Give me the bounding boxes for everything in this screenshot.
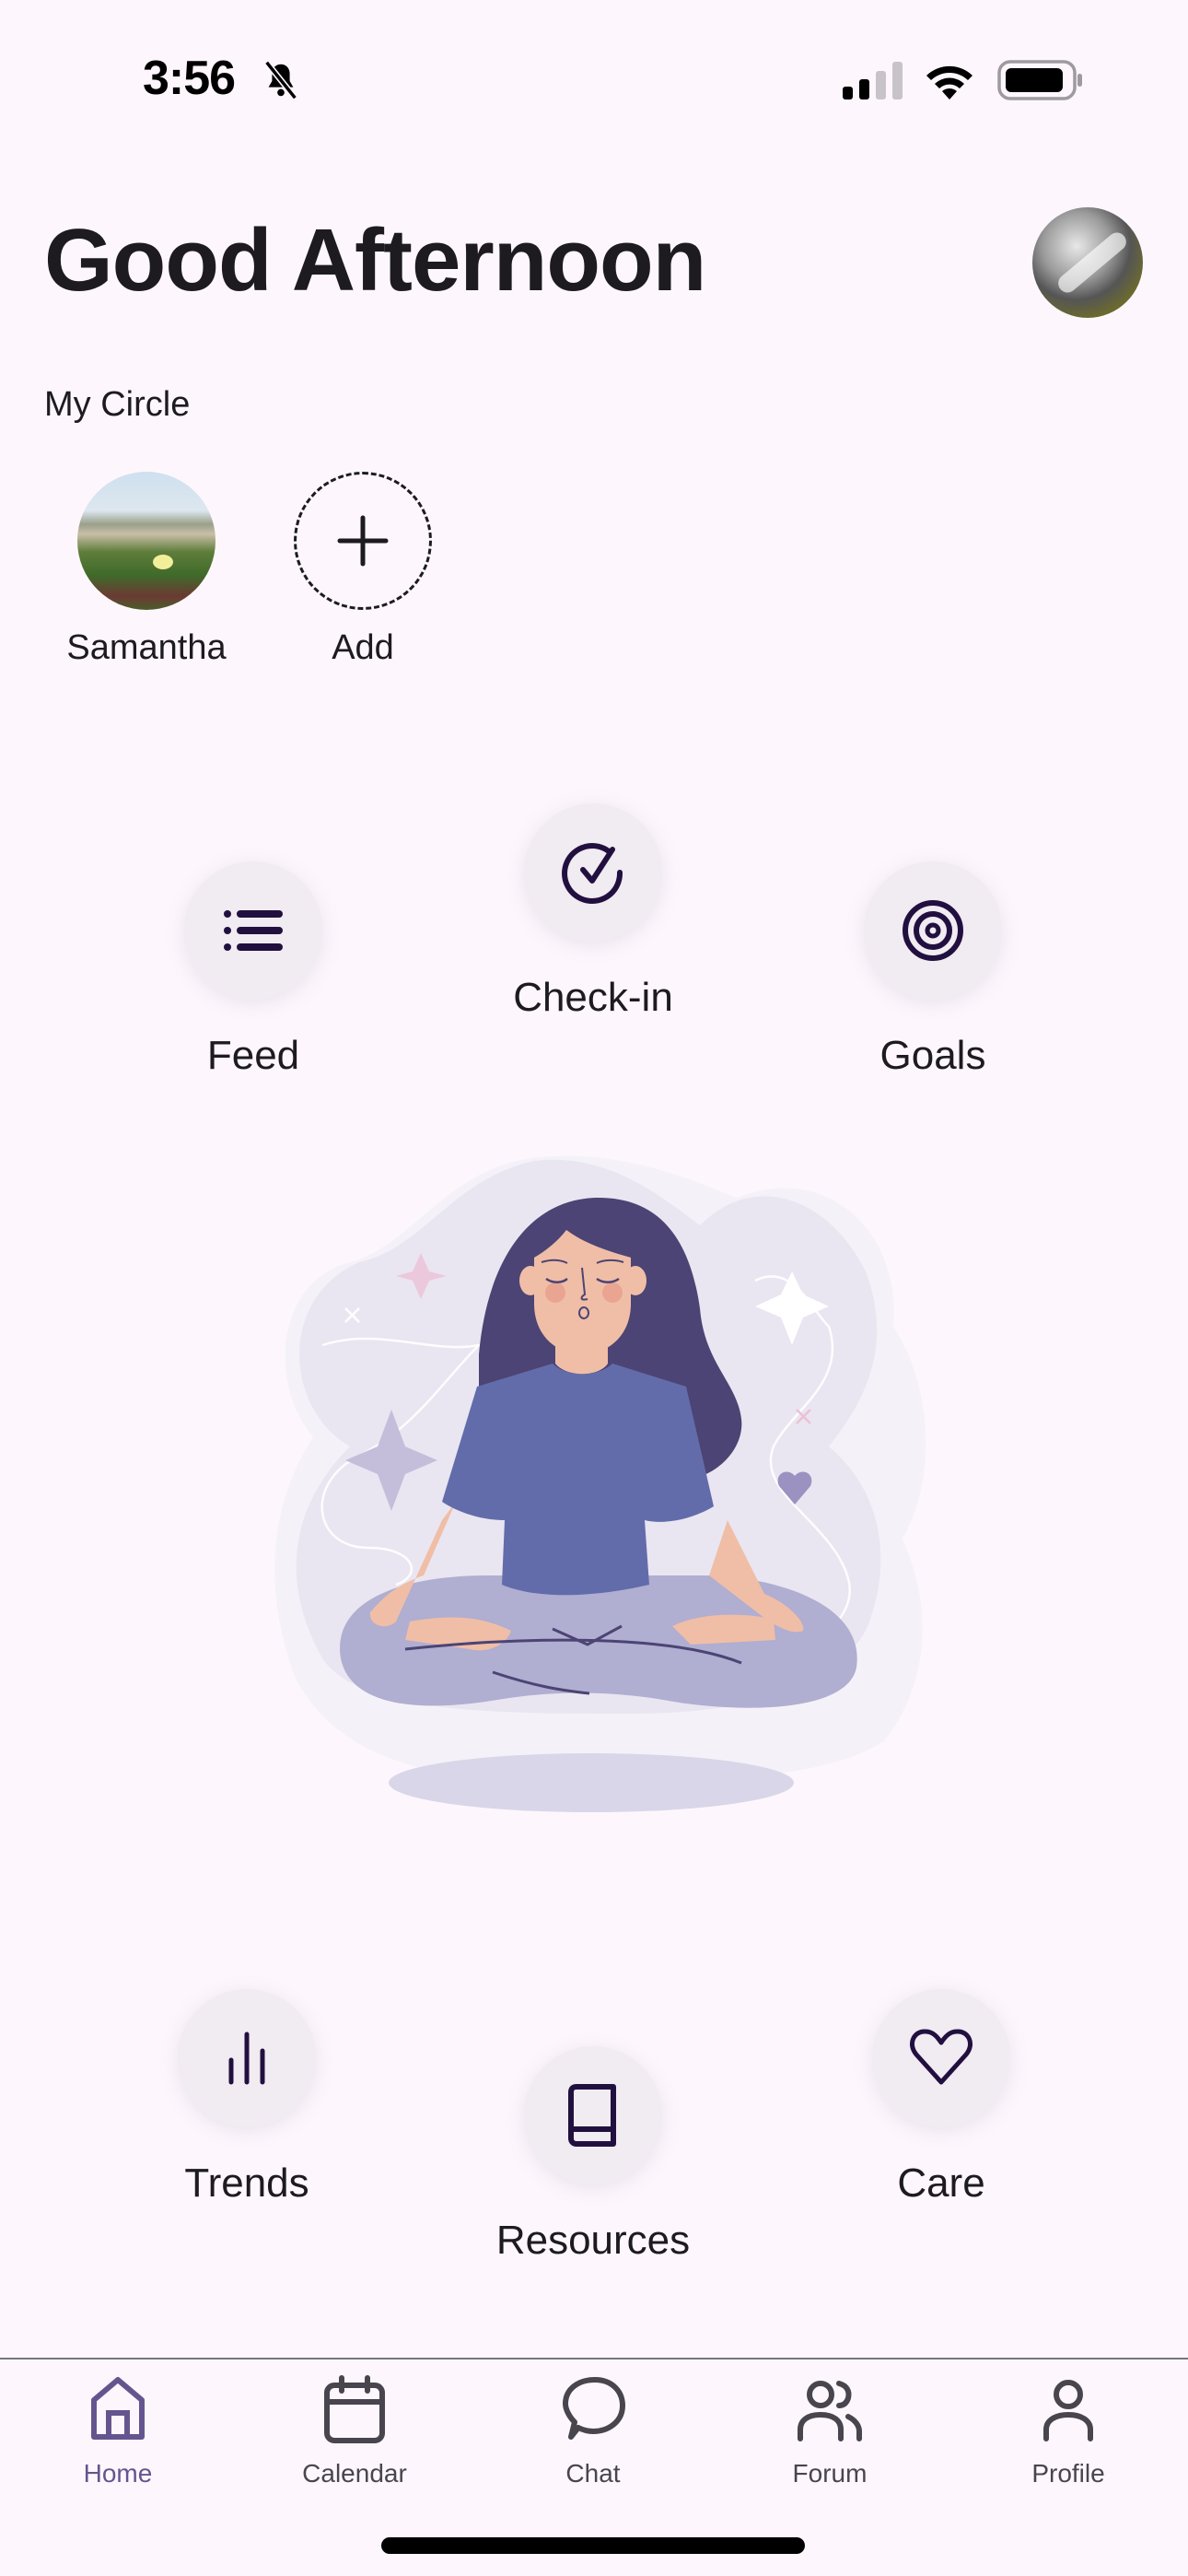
care-button-circle bbox=[872, 1989, 1010, 2127]
book-icon bbox=[568, 2084, 616, 2147]
nav-forum-label: Forum bbox=[792, 2459, 868, 2488]
check-in-button[interactable]: Check-in bbox=[473, 803, 713, 1021]
nav-chat[interactable]: Chat bbox=[501, 2372, 685, 2488]
nav-home-label: Home bbox=[83, 2459, 153, 2488]
trends-button[interactable]: Trends bbox=[127, 1989, 367, 2207]
nav-home[interactable]: Home bbox=[26, 2372, 210, 2488]
check-in-label: Check-in bbox=[513, 975, 673, 1020]
person-icon bbox=[1043, 2380, 1093, 2441]
wifi-icon bbox=[926, 65, 973, 100]
chat-bubble-icon bbox=[563, 2377, 625, 2440]
check-in-button-circle bbox=[524, 803, 662, 942]
bell-slash-icon bbox=[264, 60, 297, 100]
add-member-circle bbox=[294, 472, 432, 610]
feed-label: Feed bbox=[206, 1033, 300, 1078]
add-label: Add bbox=[332, 628, 394, 667]
circle-member-samantha[interactable]: Samantha bbox=[64, 472, 229, 668]
trends-button-circle bbox=[178, 1989, 316, 2127]
my-circle-label: My Circle bbox=[44, 385, 191, 424]
goals-button-circle bbox=[864, 861, 1002, 1000]
nav-divider bbox=[0, 2358, 1188, 2359]
care-label: Care bbox=[897, 2160, 985, 2206]
list-icon bbox=[224, 910, 283, 951]
cellular-signal-icon bbox=[843, 62, 903, 100]
home-indicator[interactable] bbox=[381, 2537, 805, 2554]
meditating-woman-illustration bbox=[274, 1155, 926, 1812]
nav-chat-label: Chat bbox=[565, 2459, 621, 2488]
nav-forum[interactable]: Forum bbox=[738, 2372, 922, 2488]
nav-profile-label: Profile bbox=[1031, 2459, 1105, 2488]
check-circle-icon bbox=[562, 843, 623, 904]
nav-calendar-label: Calendar bbox=[302, 2459, 407, 2488]
goals-label: Goals bbox=[879, 1033, 986, 1078]
feed-button-circle bbox=[184, 861, 322, 1000]
calendar-icon bbox=[324, 2375, 385, 2443]
member-avatar bbox=[77, 472, 215, 610]
status-time: 3:56 bbox=[143, 52, 236, 105]
goals-button[interactable]: Goals bbox=[813, 861, 1053, 1079]
plus-icon bbox=[337, 515, 389, 567]
target-icon bbox=[903, 900, 963, 961]
home-icon bbox=[91, 2377, 145, 2440]
resources-button-circle bbox=[524, 2046, 662, 2184]
heart-icon bbox=[910, 2029, 973, 2085]
member-name: Samantha bbox=[66, 628, 227, 667]
profile-avatar[interactable] bbox=[1032, 207, 1143, 318]
resources-button[interactable]: Resources bbox=[473, 2046, 713, 2264]
add-circle-member-button[interactable]: Add bbox=[280, 472, 446, 668]
care-button[interactable]: Care bbox=[821, 1989, 1061, 2207]
greeting-title: Good Afternoon bbox=[44, 211, 706, 310]
trends-label: Trends bbox=[184, 2160, 309, 2206]
people-icon bbox=[798, 2381, 862, 2441]
bar-chart-icon bbox=[228, 2032, 265, 2085]
feed-button[interactable]: Feed bbox=[134, 861, 373, 1079]
nav-calendar[interactable]: Calendar bbox=[262, 2372, 447, 2488]
nav-profile[interactable]: Profile bbox=[976, 2372, 1160, 2488]
resources-label: Resources bbox=[495, 2218, 691, 2263]
battery-icon bbox=[997, 60, 1082, 100]
